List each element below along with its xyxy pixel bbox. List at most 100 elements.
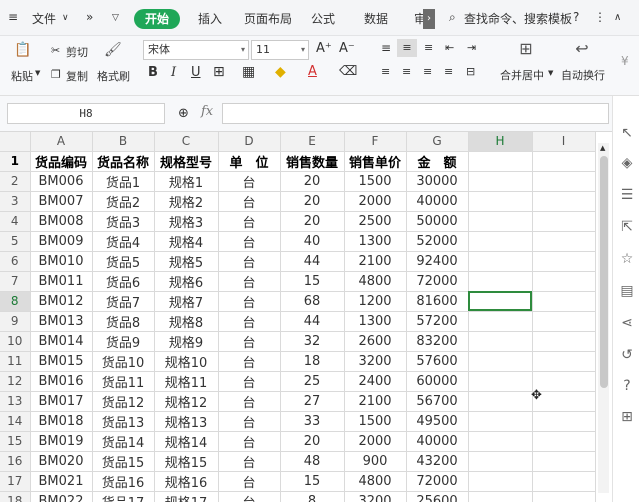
cell-g13[interactable]: 56700	[406, 391, 469, 412]
bold-icon[interactable]: B	[148, 65, 158, 80]
row-header[interactable]: 6	[0, 251, 31, 272]
cell-e2[interactable]: 20	[280, 171, 345, 192]
row-header[interactable]: 15	[0, 431, 31, 452]
cell-d15[interactable]: 台	[218, 431, 281, 452]
cell-i5[interactable]	[532, 231, 596, 252]
format-painter-button[interactable]: 格式刷	[97, 68, 130, 84]
cell-h6[interactable]	[468, 251, 533, 272]
cell-a16[interactable]: BM020	[30, 451, 93, 472]
zoom-icon[interactable]: ⊕	[178, 106, 189, 121]
eraser-icon[interactable]: ⌫	[339, 64, 357, 79]
search-icon[interactable]: ⌕	[449, 10, 456, 25]
row-header[interactable]: 4	[0, 211, 31, 232]
cell-c1[interactable]: 规格型号	[154, 151, 219, 172]
indent-decrease-icon[interactable]: ⇤	[445, 41, 454, 54]
cell-g15[interactable]: 40000	[406, 431, 469, 452]
row-header[interactable]: 3	[0, 191, 31, 212]
chevron-right-icon[interactable]: ›	[423, 9, 435, 29]
column-header-h[interactable]: H	[468, 132, 533, 152]
cell-i8[interactable]	[532, 291, 596, 312]
cell-c2[interactable]: 规格1	[154, 171, 219, 192]
archive-icon[interactable]: ▤	[618, 282, 636, 300]
cell-g5[interactable]: 52000	[406, 231, 469, 252]
name-box[interactable]: H8	[7, 103, 165, 124]
cell-d9[interactable]: 台	[218, 311, 281, 332]
align-top-icon[interactable]: ≡	[381, 41, 391, 55]
merge-center-button[interactable]: 合并居中	[500, 67, 544, 83]
cell-b13[interactable]: 货品12	[92, 391, 155, 412]
font-color-icon[interactable]: A	[308, 64, 317, 79]
cell-d17[interactable]: 台	[218, 471, 281, 492]
more-icon[interactable]: ⋮	[594, 10, 606, 24]
indent-increase-icon[interactable]: ⇥	[467, 41, 476, 54]
cell-d14[interactable]: 台	[218, 411, 281, 432]
star-icon[interactable]: ☆	[618, 250, 636, 268]
select-icon[interactable]: ↖	[618, 124, 636, 142]
chevron-down-icon[interactable]: ∨	[62, 13, 69, 23]
cell-h10[interactable]	[468, 331, 533, 352]
cell-b3[interactable]: 货品2	[92, 191, 155, 212]
fill-pattern-icon[interactable]: ▦	[242, 64, 255, 80]
cell-g4[interactable]: 50000	[406, 211, 469, 232]
cell-g6[interactable]: 92400	[406, 251, 469, 272]
cut-button[interactable]: 剪切	[66, 44, 88, 60]
cell-c16[interactable]: 规格15	[154, 451, 219, 472]
cell-e13[interactable]: 27	[280, 391, 345, 412]
cell-h12[interactable]	[468, 371, 533, 392]
cell-d12[interactable]: 台	[218, 371, 281, 392]
cell-g1[interactable]: 金 额	[406, 151, 469, 172]
cell-a17[interactable]: BM021	[30, 471, 93, 492]
cell-e6[interactable]: 44	[280, 251, 345, 272]
cell-e5[interactable]: 40	[280, 231, 345, 252]
cell-f17[interactable]: 4800	[344, 471, 407, 492]
cell-d7[interactable]: 台	[218, 271, 281, 292]
column-header-i[interactable]: I	[532, 132, 596, 152]
cell-h1[interactable]	[468, 151, 533, 172]
cell-e12[interactable]: 25	[280, 371, 345, 392]
cell-f16[interactable]: 900	[344, 451, 407, 472]
cell-i14[interactable]	[532, 411, 596, 432]
cell-e11[interactable]: 18	[280, 351, 345, 372]
row-header[interactable]: 10	[0, 331, 31, 352]
cell-c12[interactable]: 规格11	[154, 371, 219, 392]
cell-f9[interactable]: 1300	[344, 311, 407, 332]
cell-d16[interactable]: 台	[218, 451, 281, 472]
cell-c9[interactable]: 规格8	[154, 311, 219, 332]
cell-b6[interactable]: 货品5	[92, 251, 155, 272]
column-header-g[interactable]: G	[406, 132, 469, 152]
cell-g7[interactable]: 72000	[406, 271, 469, 292]
align-right-icon[interactable]: ≡	[423, 65, 432, 78]
cell-d4[interactable]: 台	[218, 211, 281, 232]
cell-d11[interactable]: 台	[218, 351, 281, 372]
search-command[interactable]: 查找命令、搜索模板	[464, 10, 572, 27]
cell-a9[interactable]: BM013	[30, 311, 93, 332]
increase-font-icon[interactable]: A⁺	[316, 41, 332, 56]
cell-b9[interactable]: 货品8	[92, 311, 155, 332]
cell-b11[interactable]: 货品10	[92, 351, 155, 372]
italic-icon[interactable]: I	[171, 65, 176, 80]
cell-b2[interactable]: 货品1	[92, 171, 155, 192]
cell-e7[interactable]: 15	[280, 271, 345, 292]
cell-g14[interactable]: 49500	[406, 411, 469, 432]
tab-formula[interactable]: 公式	[311, 10, 335, 27]
cell-f11[interactable]: 3200	[344, 351, 407, 372]
cell-h16[interactable]	[468, 451, 533, 472]
fill-color-icon[interactable]: ◆	[275, 64, 286, 80]
scroll-up-icon[interactable]: ▲	[600, 144, 605, 152]
paste-button[interactable]: 粘贴	[11, 68, 33, 84]
wrap-icon[interactable]: ↩	[572, 41, 592, 57]
expand-icon[interactable]: »	[86, 10, 93, 24]
menu-file[interactable]: 文件	[32, 10, 56, 27]
cell-d3[interactable]: 台	[218, 191, 281, 212]
cell-c3[interactable]: 规格2	[154, 191, 219, 212]
cell-e4[interactable]: 20	[280, 211, 345, 232]
cell-f10[interactable]: 2600	[344, 331, 407, 352]
cell-i3[interactable]	[532, 191, 596, 212]
tab-data[interactable]: 数据	[364, 10, 388, 27]
cell-b17[interactable]: 货品16	[92, 471, 155, 492]
cell-i2[interactable]	[532, 171, 596, 192]
cell-g10[interactable]: 83200	[406, 331, 469, 352]
row-header[interactable]: 17	[0, 471, 31, 492]
cell-h15[interactable]	[468, 431, 533, 452]
row-header[interactable]: 12	[0, 371, 31, 392]
